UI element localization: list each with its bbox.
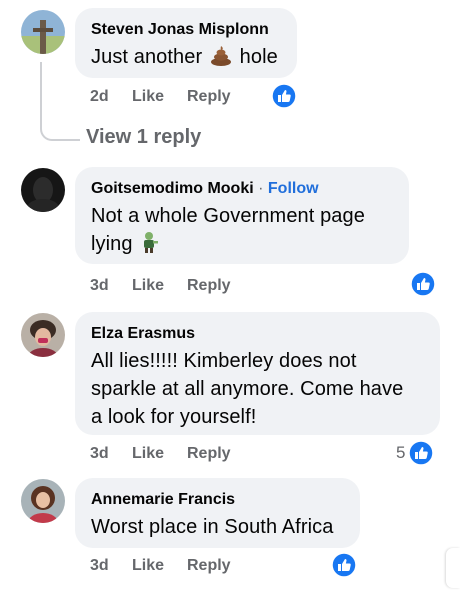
avatar[interactable] — [21, 313, 65, 357]
comment-time[interactable]: 3d — [90, 277, 109, 295]
comment-text-part: hole — [239, 46, 278, 68]
reply-button[interactable]: Reply — [187, 445, 231, 463]
comment-text: Just another hole — [91, 43, 281, 74]
reaction-count[interactable]: 5 — [396, 443, 405, 463]
comment-text-part: lying — [91, 233, 133, 255]
comment-text-line: a look for yourself! — [91, 406, 257, 428]
like-button[interactable]: Like — [132, 277, 164, 295]
reply-button[interactable]: Reply — [187, 557, 231, 575]
like-reaction-icon[interactable] — [271, 83, 297, 109]
avatar[interactable] — [21, 479, 65, 523]
comment-text-part: Just another — [91, 46, 203, 68]
comment-text: All lies!!!!! Kimberley does not sparkle… — [91, 347, 424, 431]
comment-time[interactable]: 3d — [90, 557, 109, 575]
like-button[interactable]: Like — [132, 557, 164, 575]
reply-button[interactable]: Reply — [187, 277, 231, 295]
like-button[interactable]: Like — [132, 88, 164, 106]
like-button[interactable]: Like — [132, 445, 164, 463]
comment-time[interactable]: 2d — [90, 88, 109, 106]
thread-connector — [40, 62, 80, 141]
view-replies-link[interactable]: View 1 reply — [86, 126, 201, 149]
reply-button[interactable]: Reply — [187, 88, 231, 106]
comment-author-row: Goitsemodimo Mooki · Follow — [91, 179, 393, 199]
comment-time[interactable]: 3d — [90, 445, 109, 463]
comment-bubble: Elza Erasmus All lies!!!!! Kimberley doe… — [75, 312, 440, 435]
comment-author[interactable]: Goitsemodimo Mooki — [91, 180, 254, 197]
separator-dot: · — [258, 180, 264, 197]
comment-author[interactable]: Elza Erasmus — [91, 324, 424, 344]
comment-author[interactable]: Annemarie Francis — [91, 490, 344, 510]
scrollbar-handle[interactable] — [446, 548, 460, 588]
comment-bubble: Steven Jonas Misplonn Just another hole — [75, 8, 297, 78]
comment-text-line: All lies!!!!! Kimberley does not — [91, 350, 357, 372]
like-reaction-icon[interactable] — [410, 271, 436, 297]
like-reaction-icon[interactable] — [331, 552, 357, 578]
like-reaction-icon[interactable] — [408, 440, 434, 466]
comment-bubble: Annemarie Francis Worst place in South A… — [75, 478, 360, 548]
comment-text: Not a whole Government page lying — [91, 202, 393, 261]
follow-button[interactable]: Follow — [268, 180, 319, 197]
comment-author[interactable]: Steven Jonas Misplonn — [91, 20, 281, 40]
poop-emoji-icon — [210, 44, 232, 74]
comment-text: Worst place in South Africa — [91, 516, 334, 538]
avatar[interactable] — [21, 168, 65, 212]
comment-bubble: Goitsemodimo Mooki · Follow Not a whole … — [75, 167, 409, 264]
avatar[interactable] — [21, 10, 65, 54]
comment-text-line: lying — [91, 230, 393, 261]
zombie-emoji-icon — [140, 231, 159, 261]
comment-text-line: Not a whole Government page — [91, 205, 365, 227]
comment-text-line: sparkle at all anymore. Come have — [91, 378, 404, 400]
